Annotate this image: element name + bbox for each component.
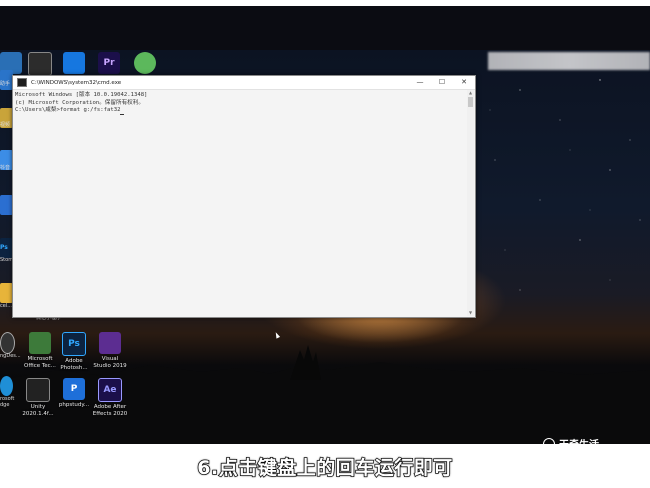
glowing-tent	[400, 443, 520, 444]
side-label-2: 视频	[0, 122, 11, 128]
text-cursor	[120, 113, 125, 115]
photoshop-icon: Ps	[62, 332, 86, 356]
cmd-app-icon	[17, 78, 27, 87]
scroll-down-arrow-icon[interactable]: ▼	[467, 310, 474, 316]
cmd-title: C:\WINDOWS\system32\cmd.exe	[31, 79, 122, 86]
console-command: C:\Users\咸梨>format g:/fs:fat32	[15, 107, 121, 113]
desktop-icon-photoshop[interactable]: Ps Adobe Photosh...	[54, 332, 94, 371]
cmd-scrollbar[interactable]: ▲ ▼	[467, 90, 474, 316]
desktop-icon-unity[interactable]: Unity 2020.1.4f...	[18, 378, 58, 417]
minimize-button[interactable]: —	[409, 76, 431, 89]
side-label-1: 助手	[0, 81, 11, 87]
close-button[interactable]: ✕	[453, 76, 475, 89]
cmd-titlebar[interactable]: C:\WINDOWS\system32\cmd.exe — ☐ ✕	[13, 76, 475, 90]
console-prompt-line: C:\Users\咸梨>format g:/fs:fat32	[15, 107, 465, 115]
side-icon-6[interactable]	[0, 332, 15, 354]
watermark: 天奇生活	[543, 436, 599, 451]
cmd-window[interactable]: C:\WINDOWS\system32\cmd.exe — ☐ ✕ Micros…	[12, 75, 476, 318]
cmd-console[interactable]: Microsoft Windows [版本 10.0.19042.1348] (…	[15, 92, 465, 315]
console-line: (c) Microsoft Corporation。保留所有权利。	[15, 99, 144, 106]
unity-top-icon[interactable]	[28, 52, 52, 76]
desktop-icon-label: Unity 2020.1.4f...	[22, 404, 54, 417]
visual-studio-icon	[99, 332, 121, 354]
desktop-icon-phpstudy[interactable]: P phpstudy...	[54, 378, 94, 409]
desktop-icon-visual-studio[interactable]: Visual Studio 2019	[90, 332, 130, 369]
console-line: Microsoft Windows [版本 10.0.19042.1348]	[15, 92, 148, 98]
edge-icon[interactable]	[0, 376, 13, 396]
desktop-icon-after-effects[interactable]: Ae Adobe After Effects 2020	[90, 378, 130, 417]
scroll-thumb[interactable]	[468, 97, 473, 107]
side-label-5: cel...	[0, 303, 12, 309]
after-effects-icon: Ae	[98, 378, 122, 402]
desktop-icon-label: phpstudy...	[58, 402, 90, 408]
unity-icon	[26, 378, 50, 402]
scroll-up-arrow-icon[interactable]: ▲	[467, 90, 474, 96]
side-label-3: 抖音	[0, 165, 11, 171]
tutorial-caption: 6.点击键盘上的回车运行即可	[197, 456, 453, 480]
side-label-6: ngDes...	[0, 353, 21, 359]
blurred-browser-tab	[488, 52, 650, 70]
monitor-screen: Pr 助手 视频 抖音 Ps Storm cel... ngDes... ros…	[0, 6, 650, 444]
watermark-logo-icon	[543, 437, 555, 450]
desktop-icon-label: Adobe Photosh...	[60, 358, 88, 371]
side-label-7: rosoft dge	[0, 396, 15, 408]
watermark-text: 天奇生活	[559, 440, 599, 451]
premiere-top-icon[interactable]: Pr	[98, 52, 120, 74]
office-icon	[29, 332, 51, 354]
tool-top-icon[interactable]	[63, 52, 85, 74]
maximize-button[interactable]: ☐	[431, 76, 453, 89]
desktop-icon-label: Visual Studio 2019	[93, 356, 127, 369]
leaf-top-icon[interactable]	[134, 52, 156, 74]
desktop-icon-label: Adobe After Effects 2020	[92, 404, 128, 417]
phpstudy-icon: P	[63, 378, 85, 400]
